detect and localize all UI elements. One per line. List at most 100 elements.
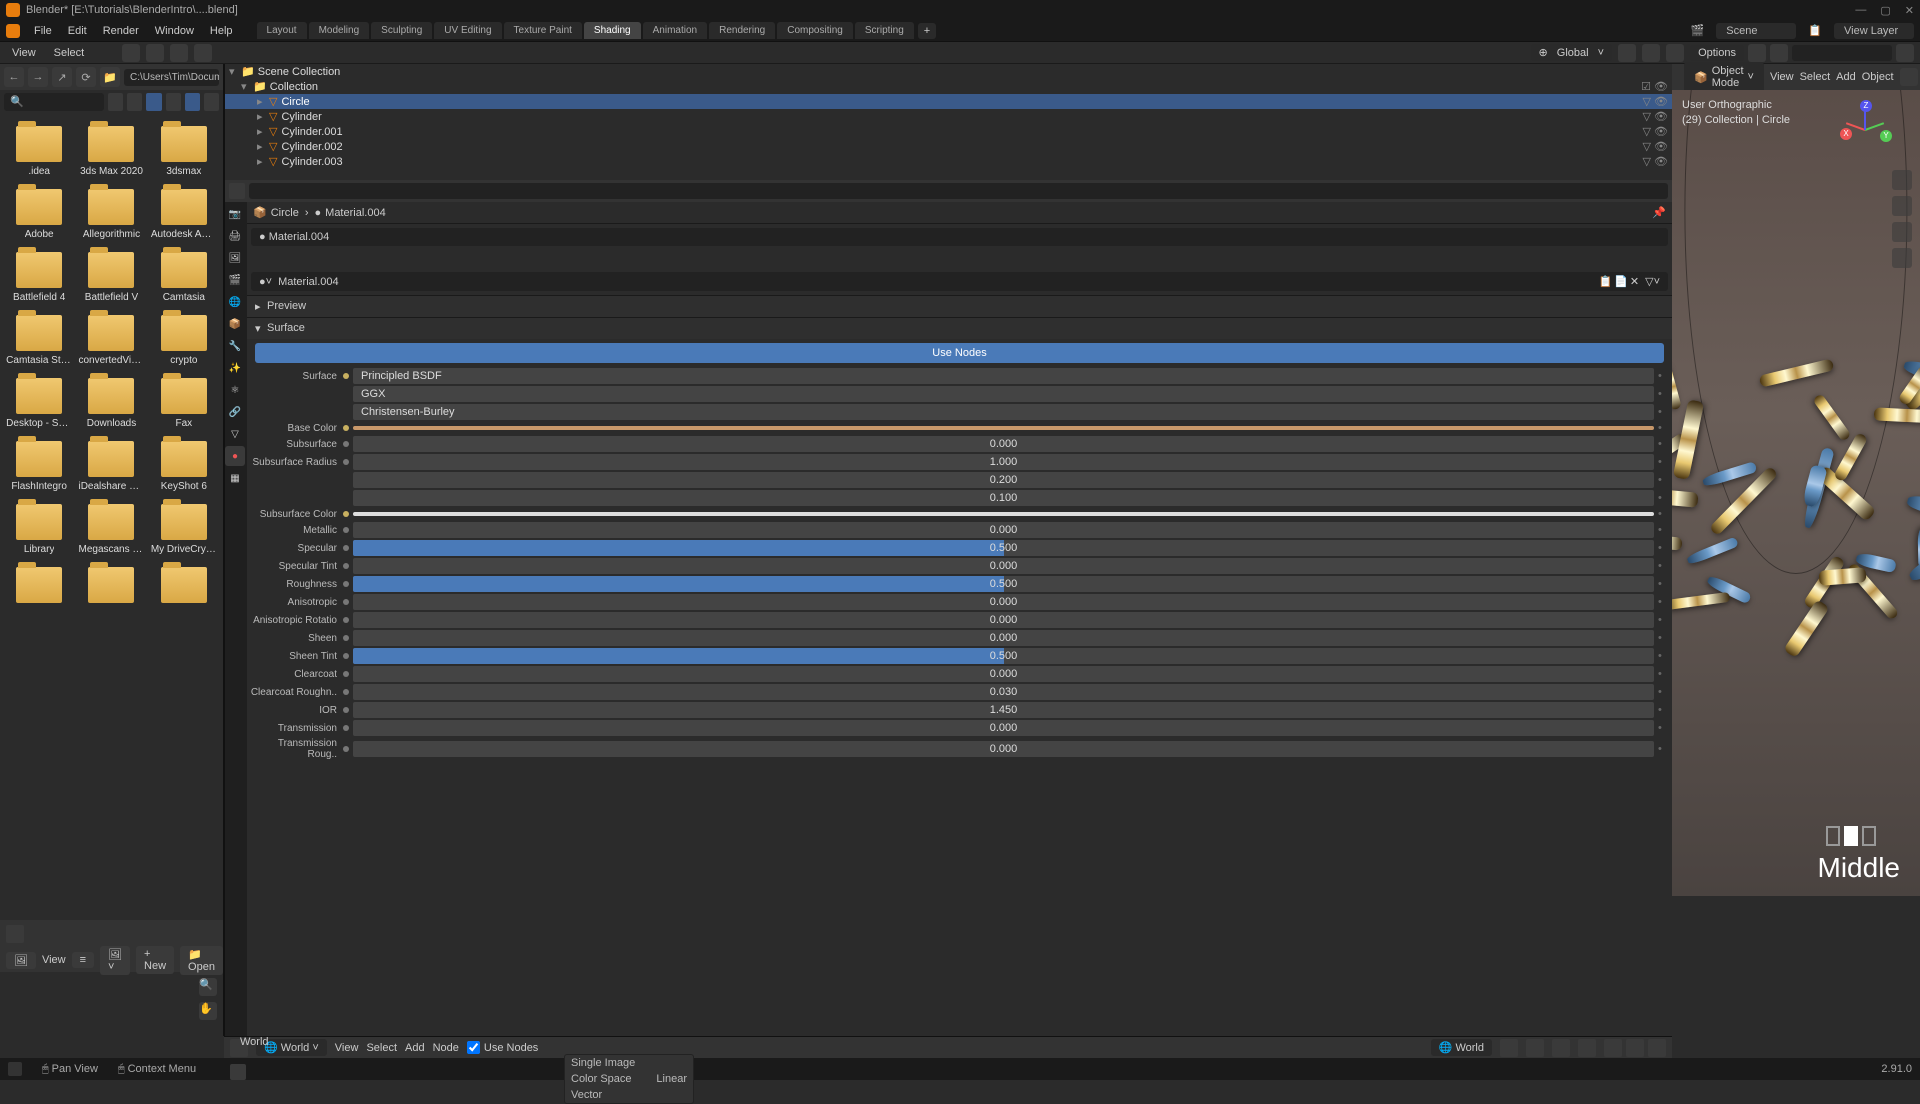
tab-sculpting[interactable]: Sculpting: [371, 22, 432, 39]
tab-modifiers[interactable]: 🔧: [225, 336, 245, 356]
material-datablock[interactable]: ●˅Material.004 📋 📄 ✕ ▽˅: [251, 272, 1668, 291]
tab-modeling[interactable]: Modeling: [309, 22, 370, 39]
prop-subsurface-color[interactable]: [353, 512, 1654, 516]
tab-texture-paint[interactable]: Texture Paint: [504, 22, 582, 39]
prop-ior[interactable]: 1.450: [353, 702, 1654, 718]
visibility-icon[interactable]: [1900, 68, 1918, 86]
tab-rendering[interactable]: Rendering: [709, 22, 775, 39]
axis-y-icon[interactable]: Y: [1880, 130, 1892, 142]
ne-view-menu[interactable]: View: [335, 1042, 359, 1054]
settings-icon[interactable]: [204, 93, 219, 111]
options-dropdown[interactable]: Options: [1690, 45, 1744, 61]
pin-icon[interactable]: [1578, 1039, 1596, 1057]
outliner-item[interactable]: ▸▽ Cylinder ▽ 👁: [225, 109, 1672, 124]
refresh-button[interactable]: ⟳: [76, 67, 96, 87]
display-grid-icon[interactable]: [146, 93, 161, 111]
back-button[interactable]: ←: [4, 67, 24, 87]
mode-dropdown[interactable]: 📦 Object Mode ˅: [1684, 62, 1764, 92]
ne-overlay-icon[interactable]: [1626, 1039, 1644, 1057]
nav-gizmo[interactable]: X Y Z: [1840, 104, 1890, 154]
tab-layout[interactable]: Layout: [257, 22, 307, 39]
use-nodes-button[interactable]: Use Nodes: [255, 343, 1664, 363]
tab-shading[interactable]: Shading: [584, 22, 641, 39]
ne-select-menu[interactable]: Select: [366, 1042, 397, 1054]
folder-item[interactable]: [149, 563, 219, 611]
new-material-icon[interactable]: 📋: [1598, 275, 1612, 288]
menu-file[interactable]: File: [28, 23, 58, 39]
tab-constraints[interactable]: 🔗: [225, 402, 245, 422]
folder-item[interactable]: .idea: [4, 122, 74, 181]
folder-item[interactable]: Camtasia Stu...: [4, 311, 74, 370]
tab-world[interactable]: 🌐: [225, 292, 245, 312]
zoom-icon[interactable]: [1892, 170, 1912, 190]
menu-edit[interactable]: Edit: [62, 23, 93, 39]
node-wrangler-icon[interactable]: ▽˅: [1645, 275, 1660, 288]
folder-item[interactable]: [76, 563, 146, 611]
new-icon[interactable]: [1500, 1039, 1518, 1057]
display-list-icon[interactable]: [108, 93, 123, 111]
img-dropdown[interactable]: 🖼˅: [100, 946, 130, 975]
prop-anisotropic-rotatio[interactable]: 0.000: [353, 612, 1654, 628]
prop-extra[interactable]: 0.100: [353, 490, 1654, 506]
filter-toggle-icon[interactable]: [185, 93, 200, 111]
folder-item[interactable]: My DriveCryp...: [149, 500, 219, 559]
vp-add-menu[interactable]: Add: [1836, 71, 1856, 83]
img-new-button[interactable]: + New: [136, 946, 174, 974]
folder-item[interactable]: convertedVid...: [76, 311, 146, 370]
tab-render[interactable]: 📷: [225, 204, 245, 224]
maximize-icon[interactable]: ▢: [1880, 4, 1890, 17]
transform-icon[interactable]: [170, 44, 188, 62]
orientation-dropdown[interactable]: ⊕ Global ˅: [1531, 44, 1613, 61]
distribution-dropdown[interactable]: GGX: [353, 386, 1654, 402]
folder-item[interactable]: 3dsmax: [149, 122, 219, 181]
pan-icon[interactable]: [1892, 196, 1912, 216]
prop-clearcoat-roughn--[interactable]: 0.030: [353, 684, 1654, 700]
outliner-collection[interactable]: ▾📁 Collection ☑ 👁: [225, 79, 1672, 94]
outliner-item[interactable]: ▸▽ Cylinder.003 ▽ 👁: [225, 154, 1672, 169]
select-box-icon[interactable]: [146, 44, 164, 62]
outliner-scene-collection[interactable]: ▾📁 Scene Collection: [225, 64, 1672, 79]
scene-name[interactable]: Scene: [1716, 23, 1796, 39]
prop-sheen-tint[interactable]: 0.500: [353, 648, 1654, 664]
folder-item[interactable]: crypto: [149, 311, 219, 370]
prop-extra[interactable]: 0.200: [353, 472, 1654, 488]
copy-material-icon[interactable]: 📄: [1614, 275, 1628, 288]
tab-uv-editing[interactable]: UV Editing: [434, 22, 501, 39]
prop-subsurface-radius[interactable]: 1.000: [353, 454, 1654, 470]
image-texture-node[interactable]: Single ImageColor SpaceLinearVector: [564, 1054, 694, 1104]
ne-node-menu[interactable]: Node: [433, 1042, 459, 1054]
img-open-button[interactable]: 📁 Open: [180, 946, 223, 975]
ne-add-menu[interactable]: Add: [405, 1042, 425, 1054]
axis-z-icon[interactable]: Z: [1860, 100, 1872, 112]
surface-shader-dropdown[interactable]: Principled BSDF: [353, 368, 1654, 384]
sort-icon[interactable]: [166, 93, 181, 111]
folder-item[interactable]: KeyShot 6: [149, 437, 219, 496]
ne-tool-icon[interactable]: [1604, 1039, 1622, 1057]
surface-section-header[interactable]: ▾Surface: [247, 318, 1672, 339]
tab-animation[interactable]: Animation: [643, 22, 707, 39]
vp-object-menu[interactable]: Object: [1862, 71, 1894, 83]
folder-item[interactable]: Library: [4, 500, 74, 559]
camera-icon[interactable]: [1892, 222, 1912, 242]
folder-item[interactable]: iDealshare Vi...: [76, 437, 146, 496]
prop-roughness[interactable]: 0.500: [353, 576, 1654, 592]
prop-specular-tint[interactable]: 0.000: [353, 558, 1654, 574]
tab-texture[interactable]: ▦: [225, 468, 245, 488]
folder-item[interactable]: Battlefield 4: [4, 248, 74, 307]
outliner-search-input[interactable]: [1792, 45, 1892, 61]
folder-item[interactable]: Adobe: [4, 185, 74, 244]
minimize-icon[interactable]: —: [1855, 4, 1866, 17]
copy-icon[interactable]: [1526, 1039, 1544, 1057]
menu-select[interactable]: Select: [48, 46, 91, 60]
folder-item[interactable]: Camtasia: [149, 248, 219, 307]
unlink-icon[interactable]: [1552, 1039, 1570, 1057]
tab-particles[interactable]: ✨: [225, 358, 245, 378]
props-search-input[interactable]: [249, 183, 1668, 199]
cursor-tool-icon[interactable]: [122, 44, 140, 62]
zoom-icon[interactable]: 🔍: [199, 978, 217, 996]
tab-compositing[interactable]: Compositing: [777, 22, 853, 39]
sss-method-dropdown[interactable]: Christensen-Burley: [353, 404, 1654, 420]
vp-view-menu[interactable]: View: [1770, 71, 1794, 83]
tab-scene[interactable]: 🎬: [225, 270, 245, 290]
layer-icon[interactable]: 📋: [1802, 22, 1828, 39]
